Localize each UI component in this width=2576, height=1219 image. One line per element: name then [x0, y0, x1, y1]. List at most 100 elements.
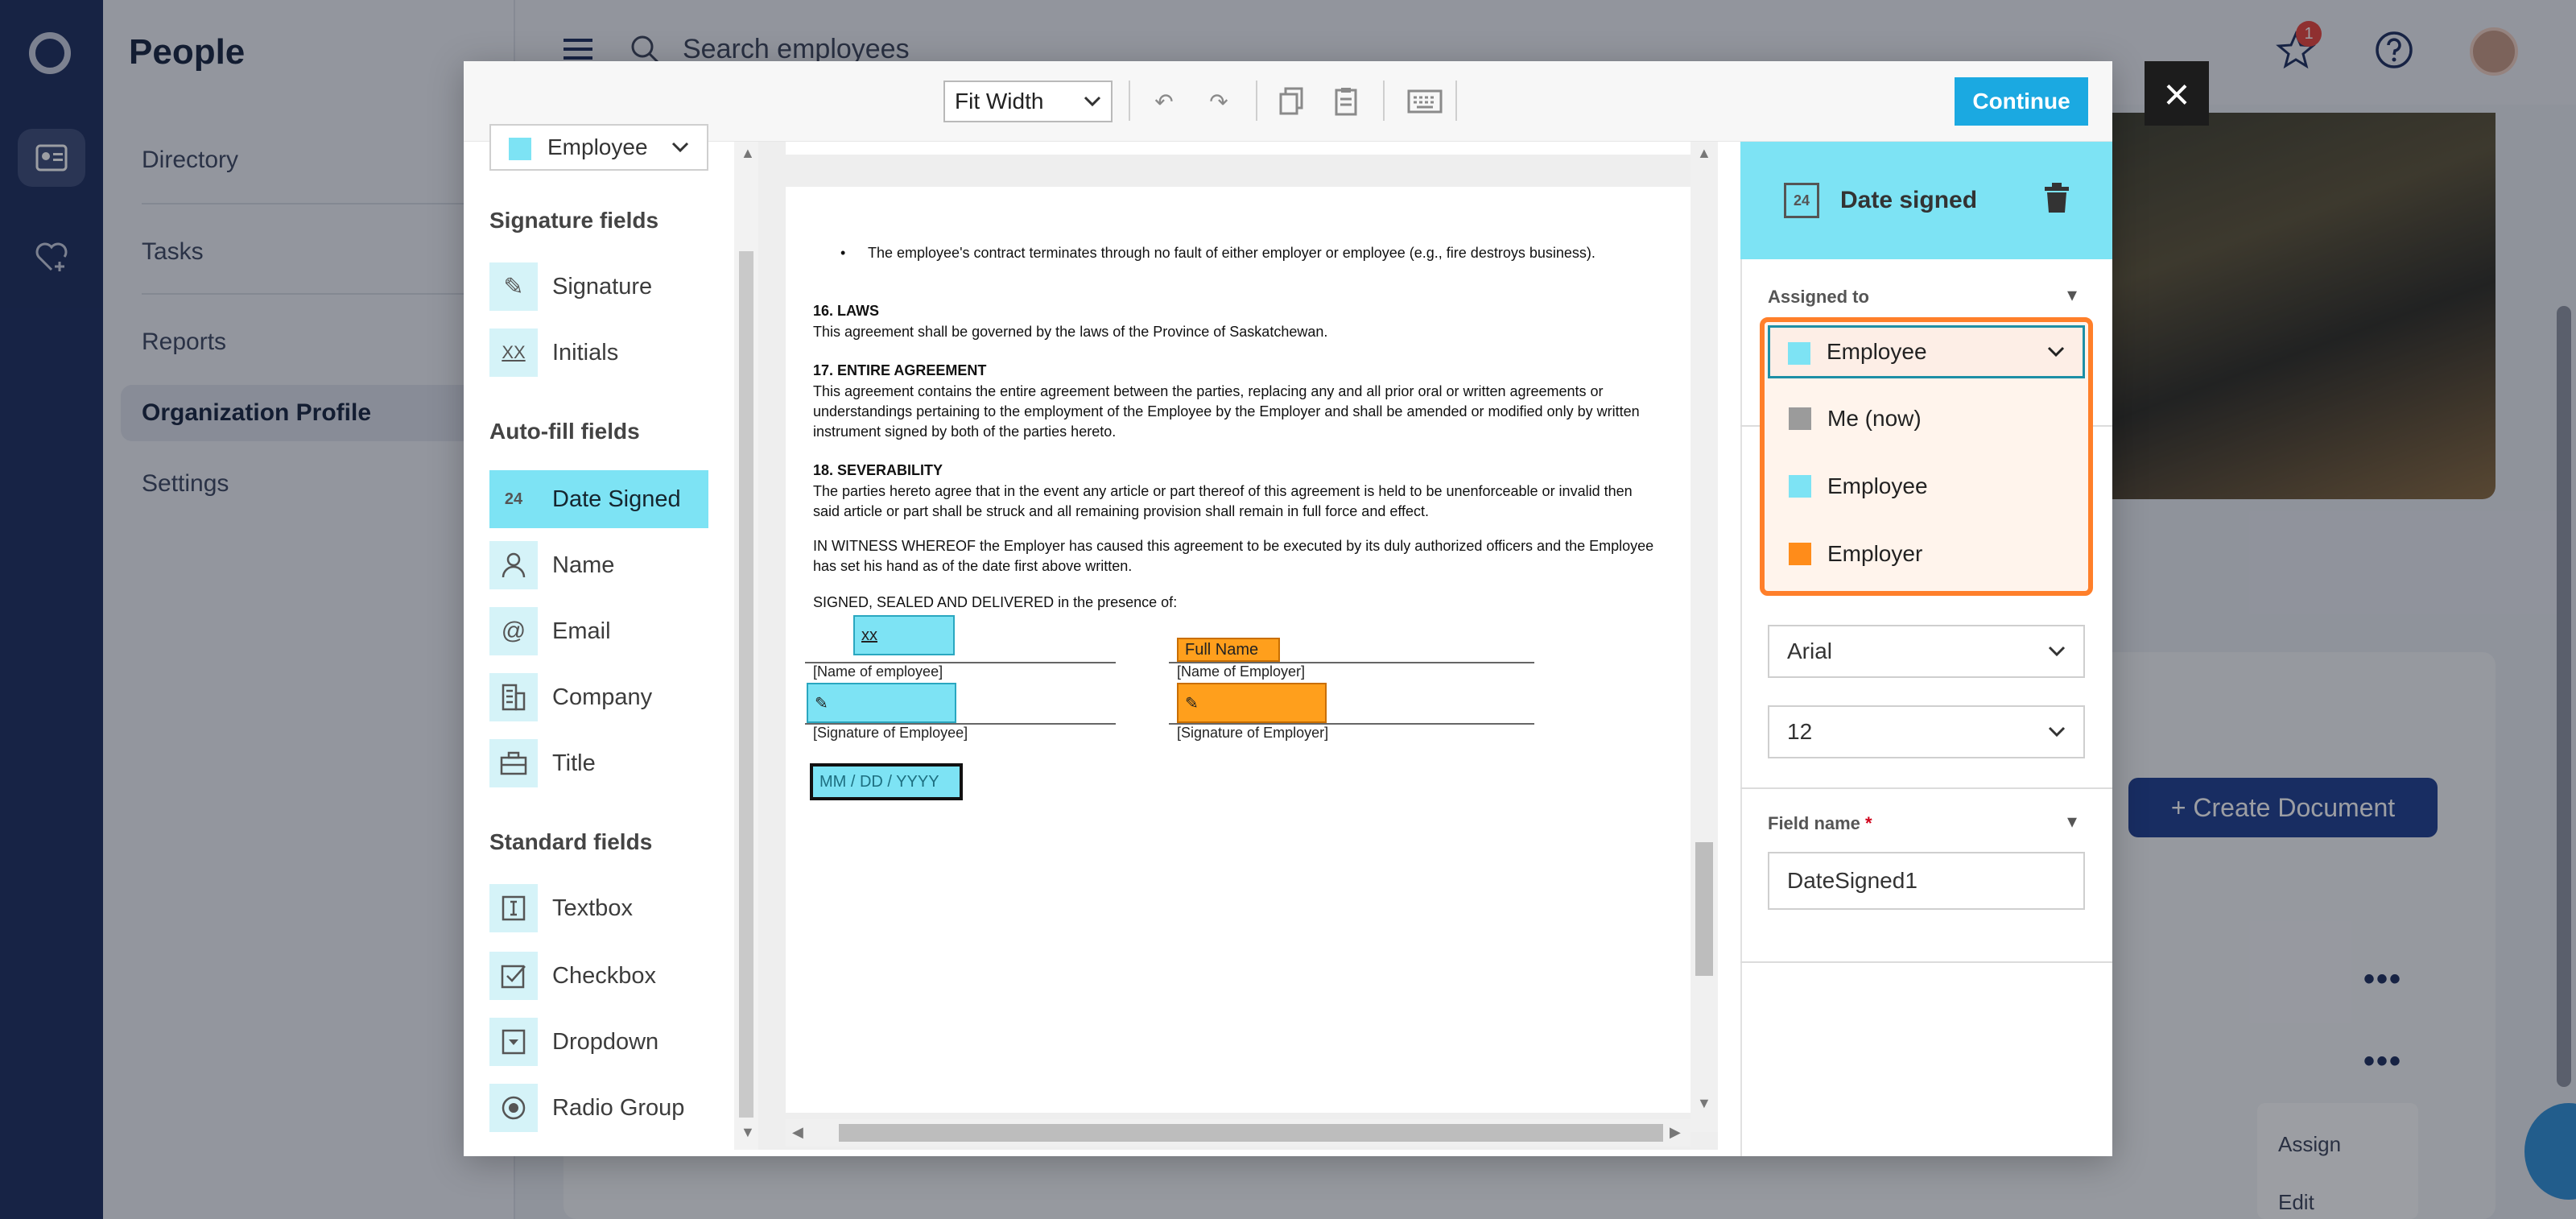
building-icon — [489, 673, 538, 721]
doc-text-witness: IN WITNESS WHEREOF the Employer has caus… — [813, 538, 1654, 574]
field-type-title: Date signed — [1840, 187, 1978, 213]
at-icon: @ — [489, 607, 538, 655]
section-divider — [1740, 961, 2112, 963]
doc-bullet: • The employee's contract terminates thr… — [840, 243, 1613, 263]
scroll-up-icon[interactable]: ▲ — [1697, 145, 1711, 162]
calendar-icon: 24 — [489, 475, 538, 523]
field-checkbox[interactable]: Checkbox — [489, 947, 708, 1005]
toolbar-divider — [1129, 81, 1130, 121]
document-vertical-scroll-thumb[interactable] — [1695, 842, 1713, 976]
assigned-to-select[interactable]: Employee — [1768, 325, 2085, 378]
pen-icon: ✎ — [815, 694, 828, 713]
full-name-field[interactable]: Full Name — [1177, 638, 1280, 662]
font-size-select[interactable]: 12 — [1768, 705, 2085, 758]
scroll-left-icon[interactable]: ◀ — [792, 1124, 803, 1141]
field-name-label: Field name * — [1768, 813, 1872, 833]
employer-signature-field[interactable]: ✎ — [1177, 683, 1327, 723]
document-page-previous — [786, 142, 1690, 155]
collapse-caret-icon[interactable]: ▾ — [2067, 283, 2077, 307]
assignee-value: Employee — [547, 134, 648, 159]
field-label: Dropdown — [552, 1028, 659, 1055]
field-label: Company — [552, 684, 653, 710]
field-dropdown[interactable]: Dropdown — [489, 1013, 708, 1071]
assigned-to-label: Assigned to — [1768, 287, 1869, 307]
zoom-select[interactable]: Fit Width — [943, 81, 1113, 122]
label-signature-of-employer: [Signature of Employer] — [1177, 725, 1329, 741]
doc-text-entire: This agreement contains the entire agree… — [813, 383, 1640, 440]
pen-icon: ✎ — [1185, 694, 1199, 713]
calendar-icon: 24 — [1784, 183, 1819, 218]
chevron-down-icon — [671, 142, 689, 153]
toolbar-divider — [1383, 81, 1385, 121]
field-label: Checkbox — [552, 962, 656, 989]
required-marker: * — [1865, 813, 1872, 833]
textbox-icon — [489, 884, 538, 932]
toolbar-divider — [1455, 81, 1457, 121]
assign-option-employee[interactable]: Employee — [1789, 462, 1928, 510]
radio-icon — [489, 1084, 538, 1132]
paste-icon[interactable] — [1330, 85, 1362, 118]
assignee-select[interactable]: Employee — [489, 124, 708, 171]
field-name-input[interactable]: DateSigned1 — [1768, 852, 2085, 910]
scroll-down-icon[interactable]: ▼ — [741, 1124, 755, 1141]
collapse-caret-icon[interactable]: ▾ — [2067, 810, 2077, 833]
document-horizontal-scroll-thumb[interactable] — [839, 1124, 1663, 1142]
date-signed-field[interactable]: MM / DD / YYYY — [810, 763, 963, 800]
field-label: Email — [552, 618, 611, 644]
doc-heading-entire: 17. ENTIRE AGREEMENT — [813, 362, 987, 378]
field-label: Date Signed — [552, 486, 681, 512]
employee-swatch — [509, 137, 531, 160]
scroll-up-icon[interactable]: ▲ — [741, 145, 755, 162]
font-family-select[interactable]: Arial — [1768, 625, 2085, 678]
chevron-down-icon — [2048, 726, 2066, 738]
field-signature[interactable]: ✎ Signature — [489, 258, 708, 316]
trash-icon[interactable] — [2043, 182, 2070, 218]
bullet-dot: • — [840, 245, 846, 261]
label-name-of-employee: [Name of employee] — [813, 663, 943, 680]
field-name-value: DateSigned1 — [1787, 868, 1918, 893]
me-swatch — [1789, 407, 1811, 430]
employee-swatch — [1788, 341, 1810, 365]
chevron-down-icon — [2048, 646, 2066, 657]
assign-option-employer[interactable]: Employer — [1789, 530, 1922, 578]
font-size-value: 12 — [1787, 719, 1813, 744]
employee-signature-field[interactable]: ✎ — [807, 683, 956, 723]
redo-icon[interactable]: ↷ — [1203, 85, 1235, 118]
zoom-value: Fit Width — [955, 89, 1044, 114]
field-radio-group[interactable]: Radio Group — [489, 1079, 708, 1137]
initials-icon: XX — [489, 329, 538, 377]
field-label: Radio Group — [552, 1094, 685, 1121]
label-name-of-employer: [Name of Employer] — [1177, 663, 1306, 680]
field-textbox[interactable]: Textbox — [489, 879, 708, 937]
checkbox-icon — [489, 952, 538, 1000]
scroll-right-icon[interactable]: ▶ — [1670, 1124, 1681, 1141]
keyboard-icon[interactable] — [1404, 85, 1446, 118]
field-date-signed[interactable]: 24 Date Signed — [489, 470, 708, 528]
field-label: Textbox — [552, 895, 633, 921]
left-panel-scroll-thumb[interactable] — [739, 251, 753, 1118]
copy-icon[interactable] — [1275, 85, 1307, 118]
field-company[interactable]: Company — [489, 668, 708, 726]
field-initials[interactable]: XX Initials — [489, 324, 708, 382]
field-label: Initials — [552, 339, 619, 366]
field-name[interactable]: Name — [489, 536, 708, 594]
continue-button[interactable]: Continue — [1955, 77, 2088, 126]
initials-field[interactable]: xx — [853, 615, 955, 655]
field-title[interactable]: Title — [489, 734, 708, 792]
standard-fields-heading: Standard fields — [489, 829, 653, 854]
document-vertical-scrollbar[interactable] — [1690, 142, 1718, 1132]
undo-icon[interactable]: ↶ — [1148, 85, 1180, 118]
chevron-down-icon — [1084, 96, 1101, 107]
field-email[interactable]: @ Email — [489, 602, 708, 660]
assigned-to-value: Employee — [1827, 339, 1927, 364]
employee-swatch — [1789, 475, 1811, 498]
close-icon[interactable]: × — [2145, 61, 2209, 126]
toolbar-divider — [1256, 81, 1257, 121]
assign-option-me-now[interactable]: Me (now) — [1789, 395, 1922, 443]
employer-swatch — [1789, 543, 1811, 565]
section-divider — [1740, 787, 2112, 789]
scroll-down-icon[interactable]: ▼ — [1697, 1095, 1711, 1112]
dropdown-icon — [489, 1018, 538, 1066]
pen-icon: ✎ — [489, 262, 538, 311]
doc-text-signed: SIGNED, SEALED AND DELIVERED in the pres… — [813, 594, 1178, 610]
